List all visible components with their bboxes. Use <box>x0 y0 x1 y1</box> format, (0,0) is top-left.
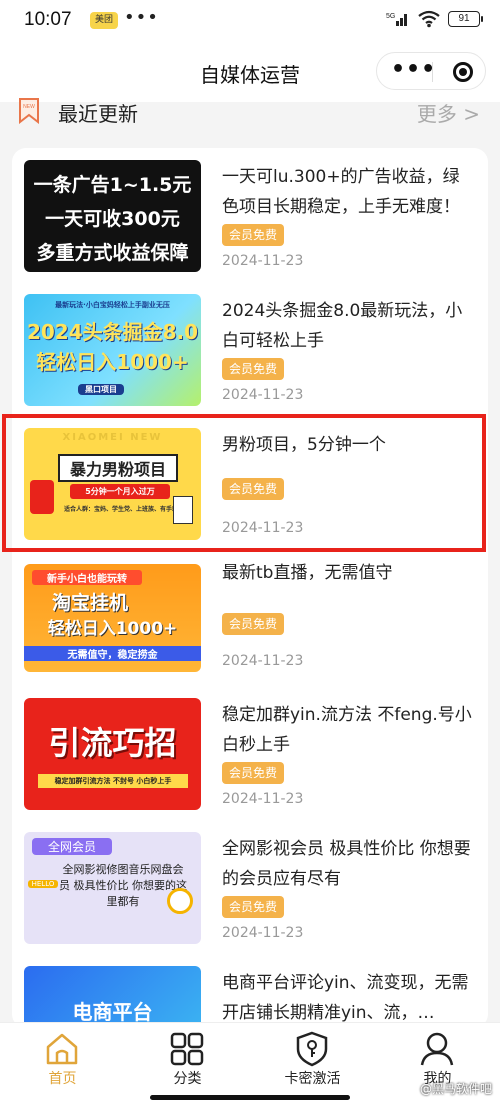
thumb-text: 一条广告1~1.5元 <box>33 174 192 196</box>
item-date: 2024-11-23 <box>222 791 304 807</box>
status-dots: ••• <box>124 7 159 28</box>
member-badge: 会员免费 <box>222 762 285 784</box>
tab-activate[interactable]: 卡密激活 <box>250 1023 375 1093</box>
svg-text:NEW: NEW <box>23 104 35 110</box>
signal-icon: 5G <box>386 13 407 26</box>
thumbnail: 引流巧招 稳定加群引流方法 不封号 小白秒上手 <box>24 698 201 810</box>
member-badge: 会员免费 <box>222 224 285 246</box>
item-date: 2024-11-23 <box>222 387 304 403</box>
member-badge: 会员免费 <box>222 358 285 380</box>
section-header: NEW 最近更新 更多 > <box>0 92 500 132</box>
thumb-text: 引流巧招 <box>48 724 177 762</box>
tab-label: 首页 <box>48 1071 77 1087</box>
item-title: 一天可lu.300+的广告收益，绿色项目长期稳定，上手无难度！ <box>222 167 460 217</box>
thumb-text: 多重方式收益保障 <box>36 242 189 264</box>
user-icon <box>420 1032 454 1066</box>
capsule-divider <box>432 62 433 82</box>
highlight-box <box>2 414 486 552</box>
clock-icon <box>167 888 193 914</box>
item-title: 稳定加群yin.流方法 不feng.号小白秒上手 <box>222 705 472 755</box>
list-item[interactable]: 新手小白也能玩转 淘宝挂机 轻松日入1000+ 无需值守，稳定捞金 最新tb直播… <box>12 552 488 686</box>
key-shield-icon <box>296 1031 328 1067</box>
list-item[interactable]: 全网会员 全网影视修图音乐网盘会员 极具性价比 你想要的这里都有 HELLO 全… <box>12 820 488 954</box>
app-badge: 美团 <box>90 12 118 29</box>
target-icon[interactable] <box>453 62 473 82</box>
tab-label: 分类 <box>173 1071 202 1087</box>
battery-icon: 91 <box>448 11 483 27</box>
status-bar: 10:07 美团 ••• 5G 91 <box>0 0 500 40</box>
thumbnail: 最新玩法·小白宝妈轻松上手副业无压 2024头条掘金8.0 轻松日入1000+ … <box>24 294 201 406</box>
thumbnail: 电商平台 <box>24 966 201 1028</box>
member-badge: 会员免费 <box>222 896 285 918</box>
member-badge: 会员免费 <box>222 613 285 635</box>
tab-home[interactable]: 首页 <box>0 1023 125 1093</box>
item-title: 2024头条掘金8.0最新玩法，小白可轻松上手 <box>222 301 463 351</box>
status-icons: 5G 91 <box>386 10 483 28</box>
mini-program-capsule: ••• <box>376 52 486 90</box>
home-icon <box>46 1033 78 1065</box>
item-title: 电商平台评论yin、流变现，无需开店铺长期精准yin、流，… <box>222 973 469 1023</box>
item-date: 2024-11-23 <box>222 925 304 941</box>
thumb-text: 轻松日入1000+ <box>36 350 189 374</box>
thumb-text: 稳定加群引流方法 不封号 小白秒上手 <box>38 774 188 788</box>
thumbnail: 全网会员 全网影视修图音乐网盘会员 极具性价比 你想要的这里都有 HELLO <box>24 832 201 944</box>
home-indicator <box>150 1095 350 1100</box>
thumbnail: 一条广告1~1.5元 一天可收300元 多重方式收益保障 <box>24 160 201 272</box>
watermark: @黑马软件吧 <box>419 1082 492 1096</box>
list-item[interactable]: 一条广告1~1.5元 一天可收300元 多重方式收益保障 一天可lu.300+的… <box>12 148 488 282</box>
thumb-text: 最新玩法·小白宝妈轻松上手副业无压 <box>55 301 170 309</box>
item-date: 2024-11-23 <box>222 653 304 669</box>
list-item[interactable]: 最新玩法·小白宝妈轻松上手副业无压 2024头条掘金8.0 轻松日入1000+ … <box>12 282 488 416</box>
svg-text:5G: 5G <box>386 13 395 20</box>
tab-category[interactable]: 分类 <box>125 1023 250 1093</box>
thumbnail: 新手小白也能玩转 淘宝挂机 轻松日入1000+ 无需值守，稳定捞金 <box>24 564 201 672</box>
thumb-text: 新手小白也能玩转 <box>32 570 142 585</box>
thumb-text: 无需值守，稳定捞金 <box>24 646 201 661</box>
thumb-text: 电商平台 <box>72 1000 153 1024</box>
status-time: 10:07 <box>24 9 72 30</box>
more-dots-icon[interactable]: ••• <box>391 57 436 82</box>
tab-label: 卡密激活 <box>284 1071 341 1087</box>
thumb-text: 轻松日入1000+ <box>47 619 178 639</box>
grid-icon <box>170 1032 204 1066</box>
new-bookmark-icon: NEW <box>19 98 39 124</box>
list-item[interactable]: 电商平台 电商平台评论yin、流变现，无需开店铺长期精准yin、流，… <box>12 954 488 1028</box>
thumb-text: 全网会员 <box>32 838 112 855</box>
more-link[interactable]: 更多 > <box>417 98 480 127</box>
thumb-text: 2024头条掘金8.0 <box>26 320 199 344</box>
recent-list: 一条广告1~1.5元 一天可收300元 多重方式收益保障 一天可lu.300+的… <box>12 148 488 1028</box>
wifi-icon <box>418 10 440 28</box>
item-date: 2024-11-23 <box>222 253 304 269</box>
list-item[interactable]: 引流巧招 稳定加群引流方法 不封号 小白秒上手 稳定加群yin.流方法 不fen… <box>12 686 488 820</box>
thumb-text: HELLO <box>28 880 58 888</box>
item-title: 全网影视会员 极具性价比 你想要的会员应有尽有 <box>222 839 471 889</box>
section-title: 最近更新 <box>58 102 138 126</box>
item-title: 最新tb直播，无需值守 <box>222 563 393 583</box>
thumb-text: 黑口项目 <box>78 384 124 395</box>
thumb-text: 淘宝挂机 <box>51 592 128 614</box>
thumb-text: 一天可收300元 <box>45 208 180 230</box>
